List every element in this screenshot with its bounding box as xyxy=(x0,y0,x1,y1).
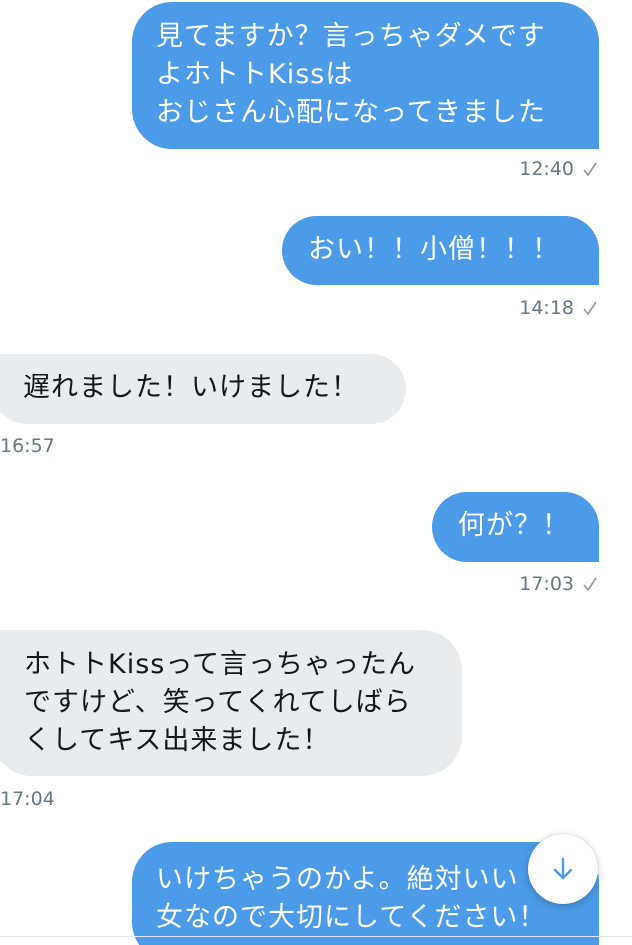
message-timestamp: 17:04 xyxy=(0,788,55,810)
checkmark-icon xyxy=(583,577,597,592)
message-bubble-received[interactable]: 遅れました！いけました！ xyxy=(0,354,406,424)
message-timestamp: 17:03 xyxy=(519,573,574,595)
checkmark-icon xyxy=(583,301,597,316)
dm-conversation: 見てますか？言っちゃダメです よホトトKissは おじさん心配になってきました … xyxy=(0,0,632,945)
composer-divider xyxy=(0,936,632,937)
message-timestamp: 12:40 xyxy=(519,158,574,180)
message-bubble-received[interactable]: ホトトKissって言っちゃったん ですけど、笑ってくれてしばら くしてキス出来ま… xyxy=(0,630,462,776)
message-bubble-sent[interactable]: 何が？！ xyxy=(432,492,599,562)
message-timestamp: 16:57 xyxy=(0,435,55,457)
message-meta: 17:04 xyxy=(0,788,55,810)
message-bubble-sent[interactable]: おい！！小僧！！！ xyxy=(282,216,599,285)
scroll-to-bottom-button[interactable] xyxy=(528,834,598,904)
arrow-down-icon xyxy=(553,857,573,880)
message-timestamp: 14:18 xyxy=(519,297,574,319)
message-meta: 16:57 xyxy=(0,435,55,457)
message-meta: 12:40 xyxy=(519,158,598,180)
message-meta: 14:18 xyxy=(519,297,598,319)
checkmark-icon xyxy=(583,162,597,177)
message-bubble-sent[interactable]: 見てますか？言っちゃダメです よホトトKissは おじさん心配になってきました xyxy=(132,2,599,149)
message-meta: 17:03 xyxy=(519,573,598,595)
